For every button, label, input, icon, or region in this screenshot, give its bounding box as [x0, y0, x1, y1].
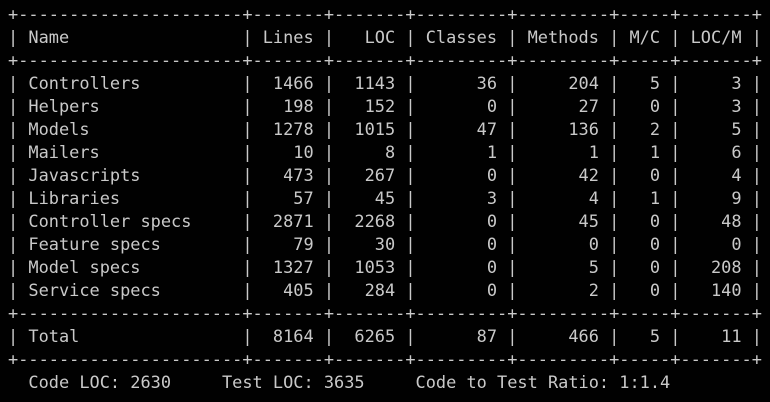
- table-row: | Controller specs | 2871 | 2268 | 0 | 4…: [8, 210, 770, 233]
- summary-line: Code LOC: 2630 Test LOC: 3635 Code to Te…: [8, 371, 770, 394]
- table-header-row: | Name | Lines | LOC | Classes | Methods…: [8, 26, 770, 49]
- table-row: | Model specs | 1327 | 1053 | 0 | 5 | 0 …: [8, 256, 770, 279]
- table-row: | Controllers | 1466 | 1143 | 36 | 204 |…: [8, 72, 770, 95]
- table-row: | Mailers | 10 | 8 | 1 | 1 | 1 | 6 |: [8, 141, 770, 164]
- table-row: | Models | 1278 | 1015 | 47 | 136 | 2 | …: [8, 118, 770, 141]
- table-border-top: +----------------------+-------+-------+…: [8, 3, 770, 26]
- table-border-body: +----------------------+-------+-------+…: [8, 302, 770, 325]
- table-row: | Feature specs | 79 | 30 | 0 | 0 | 0 | …: [8, 233, 770, 256]
- table-row: | Javascripts | 473 | 267 | 0 | 42 | 0 |…: [8, 164, 770, 187]
- table-row: | Libraries | 57 | 45 | 3 | 4 | 1 | 9 |: [8, 187, 770, 210]
- table-border-bottom: +----------------------+-------+-------+…: [8, 348, 770, 371]
- terminal-window: +----------------------+-------+-------+…: [0, 0, 770, 402]
- table-border-header: +----------------------+-------+-------+…: [8, 49, 770, 72]
- table-row: | Service specs | 405 | 284 | 0 | 2 | 0 …: [8, 279, 770, 302]
- table-row: | Helpers | 198 | 152 | 0 | 27 | 0 | 3 |: [8, 95, 770, 118]
- table-total-row: | Total | 8164 | 6265 | 87 | 466 | 5 | 1…: [8, 325, 770, 348]
- terminal-output: +----------------------+-------+-------+…: [0, 0, 770, 394]
